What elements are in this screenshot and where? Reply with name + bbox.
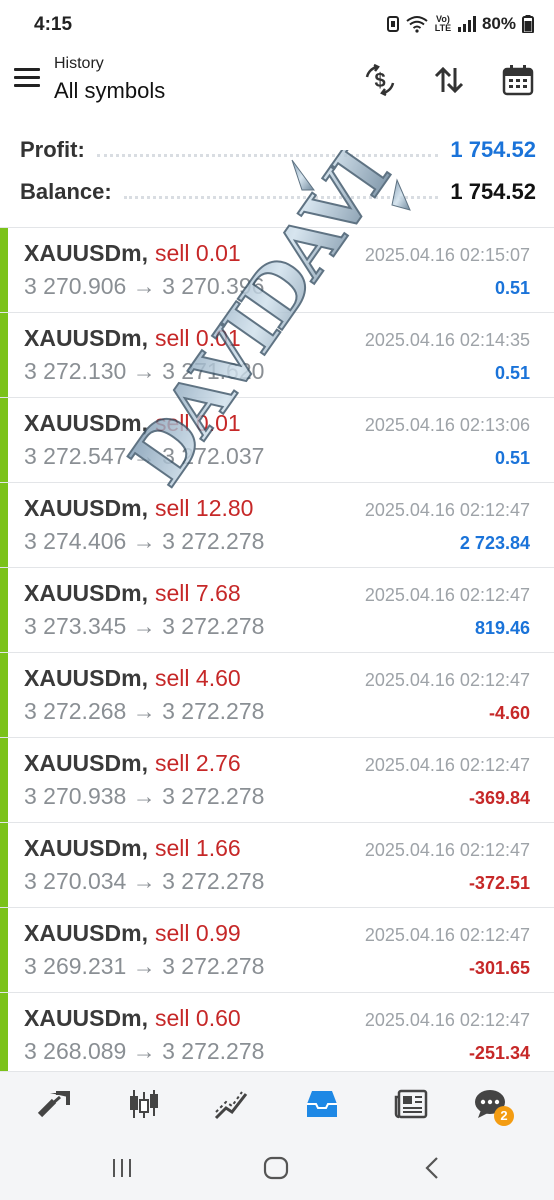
status-bar: 4:15 Vo) LTE 80%: [0, 0, 554, 52]
trade-profit: -4.60: [488, 703, 530, 723]
trade-action: sell 1.66: [155, 835, 241, 861]
trade-action: sell 0.01: [155, 325, 241, 351]
trade-action: sell 0.60: [155, 1005, 241, 1031]
trade-row[interactable]: XAUUSDm, sell 0.01 3 270.906 → 3 270.396 20…: [0, 227, 554, 312]
bottom-navigation: 2: [0, 1071, 554, 1135]
trade-time: 2025.04.16 02:12:47: [364, 500, 530, 520]
trade-action: sell 2.76: [155, 750, 241, 776]
app-header: History All symbols $: [0, 52, 554, 116]
trade-profit: -372.51: [468, 873, 530, 893]
trade-prices: 3 270.034 → 3 272.278: [24, 868, 265, 894]
trade-profit: 819.46: [474, 618, 530, 638]
trade-profit: -301.65: [468, 958, 530, 978]
chat-badge: 2: [494, 1106, 514, 1126]
trade-time: 2025.04.16 02:14:35: [364, 330, 530, 350]
trade-symbol: XAUUSDm,: [24, 495, 148, 521]
signal-icon: [457, 16, 476, 32]
trade-row[interactable]: XAUUSDm, sell 7.68 3 273.345 → 3 272.278 20…: [0, 567, 554, 652]
trade-prices: 3 270.906 → 3 270.396: [24, 273, 265, 299]
trade-time: 2025.04.16 02:12:47: [364, 755, 530, 775]
trade-profit: 0.51: [494, 448, 530, 468]
trade-profit: 0.51: [494, 278, 530, 298]
sort-icon[interactable]: [431, 62, 467, 98]
trade-prices: 3 273.345 → 3 272.278: [24, 613, 265, 639]
trade-row[interactable]: XAUUSDm, sell 12.80 3 274.406 → 3 272.278 2…: [0, 482, 554, 567]
trade-prices: 3 272.268 → 3 272.278: [24, 698, 265, 724]
page-title[interactable]: All symbols: [54, 78, 165, 104]
balance-row: Balance: 1 754.52: [20, 174, 536, 210]
trade-action: sell 12.80: [155, 495, 254, 521]
network-label: Vo) LTE: [434, 14, 452, 33]
trade-symbol: XAUUSDm,: [24, 580, 148, 606]
account-summary: Profit: 1 754.52 Balance: 1 754.52: [0, 130, 554, 220]
trade-icon[interactable]: [212, 1084, 252, 1124]
back-icon[interactable]: [412, 1153, 452, 1183]
trade-row[interactable]: XAUUSDm, sell 0.01 3 272.547 → 3 272.037 20…: [0, 397, 554, 482]
trade-prices: 3 268.089 → 3 272.278: [24, 1038, 265, 1064]
news-icon[interactable]: [391, 1084, 431, 1124]
profit-row: Profit: 1 754.52: [20, 132, 536, 168]
trade-profit: 0.51: [494, 363, 530, 383]
trade-prices: 3 270.938 → 3 272.278: [24, 783, 265, 809]
trade-time: 2025.04.16 02:13:06: [364, 415, 530, 435]
trade-time: 2025.04.16 02:12:47: [364, 585, 530, 605]
trade-row[interactable]: XAUUSDm, sell 4.60 3 272.268 → 3 272.278 20…: [0, 652, 554, 737]
trade-symbol: XAUUSDm,: [24, 240, 148, 266]
trade-symbol: XAUUSDm,: [24, 665, 148, 691]
status-icons: Vo) LTE 80%: [386, 14, 534, 34]
trade-time: 2025.04.16 02:15:07: [364, 245, 530, 265]
trade-time: 2025.04.16 02:12:47: [364, 670, 530, 690]
trade-symbol: XAUUSDm,: [24, 410, 148, 436]
currency-exchange-icon[interactable]: $: [362, 62, 398, 98]
trade-time: 2025.04.16 02:12:47: [364, 840, 530, 860]
trade-prices: 3 269.231 → 3 272.278: [24, 953, 265, 979]
dotted-leader: [123, 185, 439, 199]
trade-profit: -251.34: [468, 1043, 530, 1063]
dotted-leader: [96, 143, 439, 157]
balance-value: 1 754.52: [450, 179, 536, 204]
trade-history-list: XAUUSDm, sell 0.01 3 270.906 → 3 270.396 20…: [0, 227, 554, 1077]
battery-icon: [522, 15, 534, 33]
trade-prices: 3 272.130 → 3 271.620: [24, 358, 265, 384]
balance-label: Balance:: [20, 179, 112, 204]
trade-row[interactable]: XAUUSDm, sell 1.66 3 270.034 → 3 272.278 20…: [0, 822, 554, 907]
trade-row[interactable]: XAUUSDm, sell 0.60 3 268.089 → 3 272.278 20…: [0, 992, 554, 1077]
battery-percent: 80%: [481, 14, 516, 33]
trade-row[interactable]: XAUUSDm, sell 2.76 3 270.938 → 3 272.278 20…: [0, 737, 554, 822]
trade-time: 2025.04.16 02:12:47: [364, 1010, 530, 1030]
recent-apps-icon[interactable]: [102, 1153, 142, 1183]
trade-action: sell 4.60: [155, 665, 241, 691]
home-icon[interactable]: [256, 1153, 296, 1183]
system-navigation: [0, 1135, 554, 1200]
menu-icon[interactable]: [14, 68, 40, 90]
trade-symbol: XAUUSDm,: [24, 835, 148, 861]
trade-profit: 2 723.84: [459, 533, 530, 553]
chart-icon[interactable]: [124, 1084, 164, 1124]
trade-row[interactable]: XAUUSDm, sell 0.99 3 269.231 → 3 272.278 20…: [0, 907, 554, 992]
header-subtitle: History: [54, 55, 104, 72]
notification-icon: [386, 16, 399, 32]
chat-icon[interactable]: 2: [470, 1084, 514, 1126]
trade-symbol: XAUUSDm,: [24, 1005, 148, 1031]
wifi-icon: [406, 16, 428, 33]
calendar-icon[interactable]: [500, 62, 536, 98]
profit-label: Profit:: [20, 137, 85, 162]
trade-time: 2025.04.16 02:12:47: [364, 925, 530, 945]
trade-prices: 3 274.406 → 3 272.278: [24, 528, 265, 554]
status-time: 4:15: [34, 14, 73, 35]
trade-action: sell 7.68: [155, 580, 241, 606]
trade-action: sell 0.99: [155, 920, 241, 946]
history-icon[interactable]: [302, 1084, 342, 1124]
trade-profit: -369.84: [468, 788, 530, 808]
trade-action: sell 0.01: [155, 240, 241, 266]
trade-symbol: XAUUSDm,: [24, 920, 148, 946]
quotes-icon[interactable]: [34, 1084, 74, 1124]
profit-value: 1 754.52: [450, 137, 536, 162]
trade-symbol: XAUUSDm,: [24, 325, 148, 351]
trade-row[interactable]: XAUUSDm, sell 0.01 3 272.130 → 3 271.620 20…: [0, 312, 554, 397]
trade-symbol: XAUUSDm,: [24, 750, 148, 776]
trade-action: sell 0.01: [155, 410, 241, 436]
trade-prices: 3 272.547 → 3 272.037: [24, 443, 265, 469]
